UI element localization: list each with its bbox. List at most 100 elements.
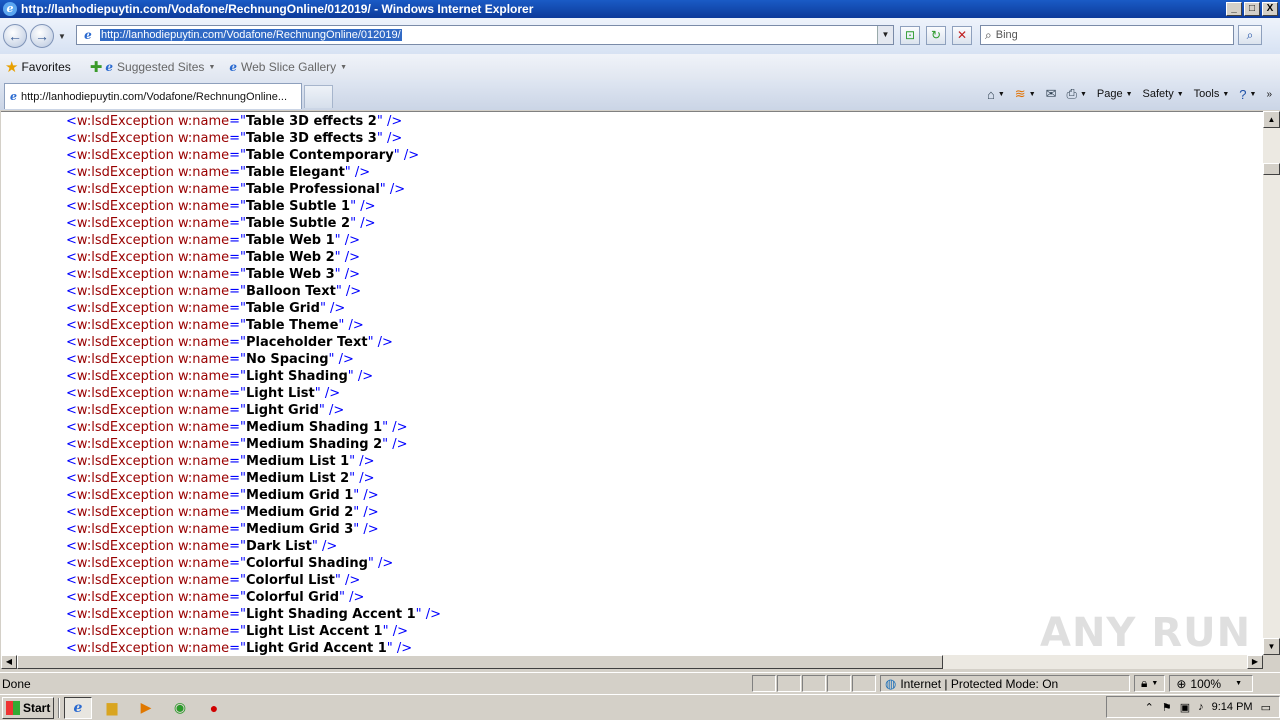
attr-equals: =": [229, 165, 247, 180]
search-box[interactable]: ⌕ Bing: [980, 25, 1234, 45]
tag-name: w:lsdException: [76, 522, 174, 537]
attr-value: Medium List 2: [246, 471, 350, 486]
print-button[interactable]: ⎙ ▼: [1067, 86, 1087, 102]
tag-name: w:lsdException: [76, 199, 174, 214]
start-button[interactable]: Start: [2, 696, 54, 719]
opera-taskbar-icon[interactable]: ●: [200, 697, 228, 719]
attr-equals: =": [229, 216, 247, 231]
tag-name: w:lsdException: [76, 403, 174, 418]
compat-view-icon[interactable]: ⊡: [900, 26, 920, 45]
protected-mode-button[interactable]: 🔒︎ ▼: [1134, 675, 1166, 692]
lock-icon: 🔒︎: [1141, 676, 1148, 690]
attr-name: w:name: [177, 386, 230, 401]
show-desktop-icon[interactable]: ▭: [1261, 701, 1271, 714]
chrome-taskbar-icon[interactable]: ◉: [166, 697, 194, 719]
attr-equals: =": [229, 284, 247, 299]
new-tab-button[interactable]: [304, 85, 333, 108]
back-button[interactable]: ←: [3, 24, 27, 48]
maximize-button[interactable]: □: [1244, 2, 1260, 16]
attr-name: w:name: [177, 216, 230, 231]
media-player-taskbar-icon[interactable]: ▶: [132, 697, 160, 719]
status-pane: [852, 675, 876, 692]
tag-open: <: [66, 607, 77, 622]
ie-page-icon: e: [105, 60, 114, 74]
address-input[interactable]: http://lanhodiepuytin.com/Vodafone/Rechn…: [100, 29, 402, 41]
tab-label: http://lanhodiepuytin.com/Vodafone/Rechn…: [21, 90, 288, 103]
mail-button[interactable]: ✉: [1046, 86, 1057, 102]
refresh-button[interactable]: ↻: [926, 26, 946, 45]
attr-equals: =": [229, 131, 247, 146]
tab-current[interactable]: e http://lanhodiepuytin.com/Vodafone/Rec…: [4, 83, 302, 109]
scroll-up-button[interactable]: ▲: [1263, 111, 1280, 128]
feeds-button[interactable]: ≋ ▼: [1015, 86, 1036, 102]
security-zone[interactable]: ◍ Internet | Protected Mode: On: [880, 675, 1130, 692]
tag-close: " />: [367, 335, 393, 350]
favorites-button[interactable]: Favorites: [21, 60, 70, 74]
tag-name: w:lsdException: [76, 471, 174, 486]
search-go-button[interactable]: ⌕: [1238, 25, 1262, 45]
ie-taskbar-icon[interactable]: e: [64, 696, 92, 719]
tag-open: <: [66, 403, 77, 418]
tag-close: " />: [344, 165, 371, 180]
search-input[interactable]: Bing: [996, 29, 1018, 41]
add-favorites-icon[interactable]: ✚: [90, 58, 103, 76]
safety-menu[interactable]: Safety ▼: [1143, 88, 1184, 100]
close-button[interactable]: X: [1262, 2, 1278, 16]
web-slice-gallery-link[interactable]: e Web Slice Gallery ▼: [229, 60, 347, 74]
status-text: Done: [2, 676, 31, 691]
attr-name: w:name: [177, 437, 230, 452]
help-button[interactable]: ? ▼: [1239, 87, 1256, 102]
vertical-scrollbar[interactable]: ▲ ▼: [1263, 111, 1280, 655]
stop-button[interactable]: ✕: [952, 26, 972, 45]
horizontal-scrollbar[interactable]: ◀ ▶: [1, 655, 1263, 669]
attr-name: w:name: [177, 403, 230, 418]
tag-close: " />: [334, 267, 361, 282]
tab-bar: e http://lanhodiepuytin.com/Vodafone/Rec…: [0, 80, 1280, 110]
attr-value: Medium Shading 1: [246, 420, 383, 435]
scroll-down-button[interactable]: ▼: [1263, 638, 1280, 655]
code-line: <w:lsdException w:name="Light List" />: [66, 385, 340, 402]
taskbar-separator: [58, 697, 60, 718]
tag-open: <: [66, 318, 77, 333]
tag-close: " />: [335, 284, 362, 299]
more-chevron-icon[interactable]: »: [1266, 89, 1272, 100]
favorites-bar: ★ Favorites ✚ e Suggested Sites ▼ e Web …: [0, 54, 1280, 80]
tag-open: <: [66, 233, 77, 248]
page-menu[interactable]: Page ▼: [1097, 88, 1133, 100]
tag-open: <: [66, 199, 77, 214]
navigation-bar: ← → ▼ e http://lanhodiepuytin.com/Vodafo…: [0, 18, 1280, 54]
tag-name: w:lsdException: [76, 454, 174, 469]
attr-equals: =": [229, 505, 247, 520]
page-menu-label: Page: [1096, 88, 1123, 100]
network-icon[interactable]: ▣: [1180, 701, 1190, 714]
command-bar: ⌂ ▼ ≋ ▼ ✉ ⎙ ▼ Page ▼ Safety ▼ Tools ▼ ? ▼ »: [987, 86, 1272, 102]
tools-menu[interactable]: Tools ▼: [1194, 88, 1230, 100]
scroll-left-button[interactable]: ◀: [1, 655, 17, 669]
attr-value: Medium Shading 2: [246, 437, 383, 452]
code-line: <w:lsdException w:name="Table Elegant" /…: [66, 164, 370, 181]
code-line: <w:lsdException w:name="Medium Shading 1…: [66, 419, 408, 436]
suggested-sites-link[interactable]: e Suggested Sites ▼: [105, 60, 215, 74]
tag-close: " />: [314, 386, 341, 401]
attr-name: w:name: [177, 233, 230, 248]
home-button[interactable]: ⌂ ▼: [987, 87, 1005, 102]
page-icon: e: [84, 28, 92, 42]
code-line: <w:lsdException w:name="Medium List 2" /…: [66, 470, 375, 487]
anyrun-watermark: ANY RUN: [1040, 610, 1252, 656]
tag-name: w:lsdException: [76, 216, 174, 231]
attr-equals: =": [229, 233, 247, 248]
clock[interactable]: 9:14 PM: [1212, 701, 1253, 713]
scroll-right-button[interactable]: ▶: [1247, 655, 1263, 669]
volume-icon[interactable]: ♪: [1198, 701, 1204, 713]
forward-button[interactable]: →: [30, 24, 54, 48]
zoom-button[interactable]: ⊕ 100% ▼: [1169, 675, 1254, 692]
flag-icon[interactable]: ⚑: [1162, 701, 1172, 714]
address-dropdown-icon[interactable]: ▼: [877, 26, 893, 44]
vertical-scroll-thumb[interactable]: [1263, 163, 1280, 175]
tray-expand-icon[interactable]: ⌃: [1145, 701, 1154, 714]
horizontal-scroll-thumb[interactable]: [17, 655, 943, 669]
folder-taskbar-icon[interactable]: ▆: [98, 697, 126, 719]
address-bar[interactable]: e http://lanhodiepuytin.com/Vodafone/Rec…: [76, 25, 894, 45]
minimize-button[interactable]: _: [1226, 2, 1242, 16]
history-dropdown-icon[interactable]: ▼: [58, 32, 66, 41]
